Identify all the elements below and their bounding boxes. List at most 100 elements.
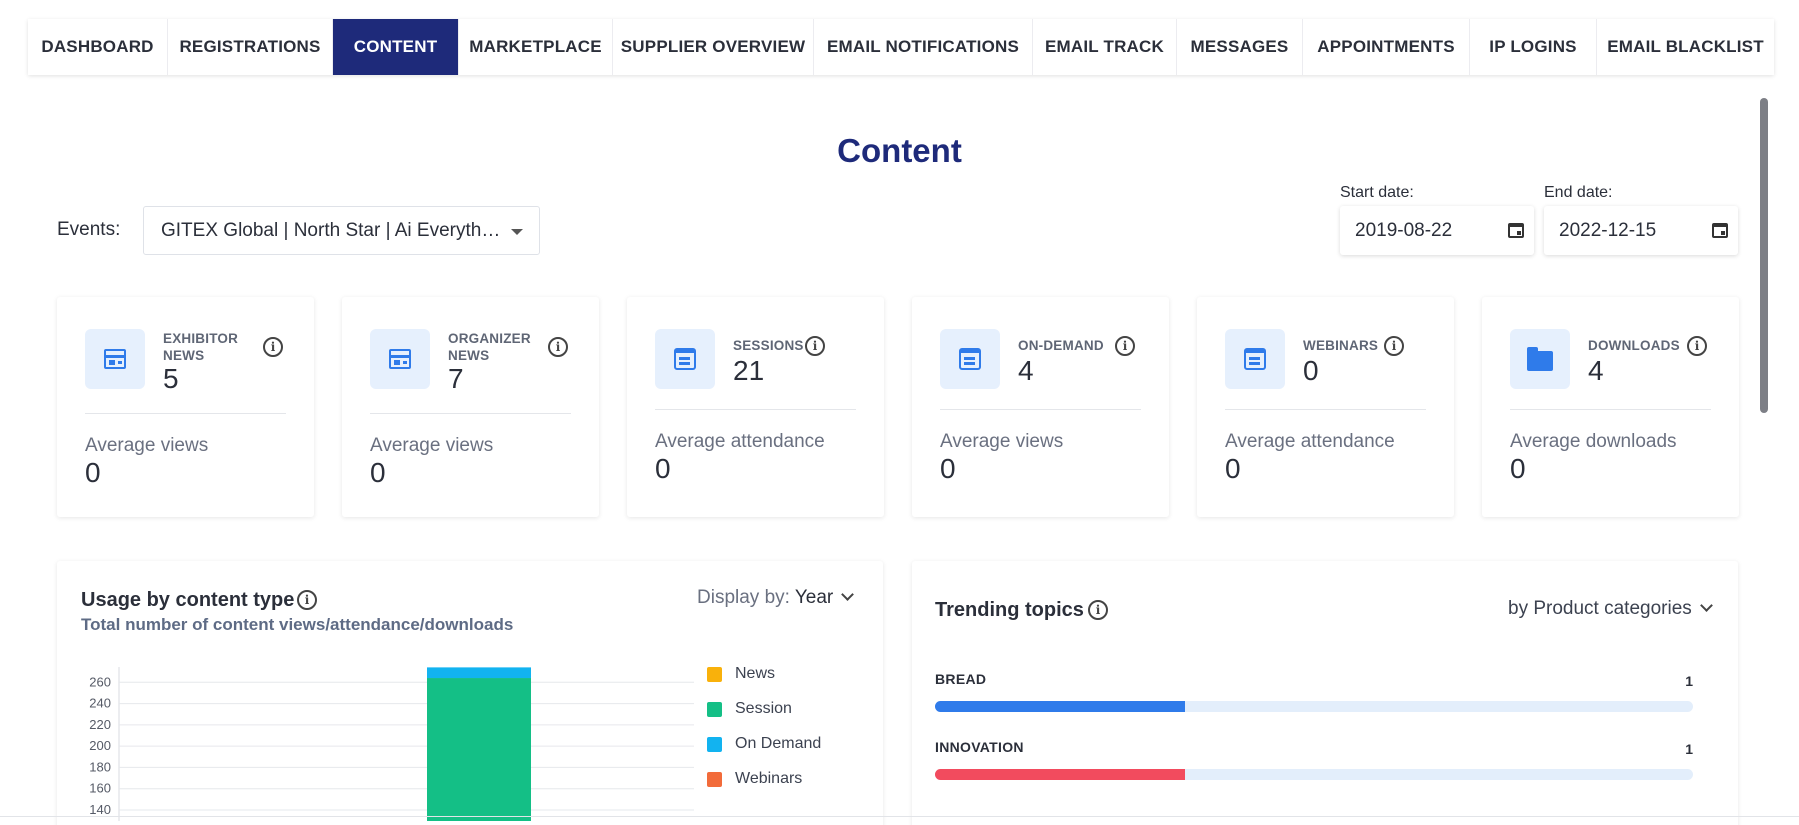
legend-label: Webinars — [735, 770, 803, 787]
topic-progress-fill — [935, 769, 1186, 780]
info-icon[interactable]: i — [297, 590, 317, 610]
info-icon[interactable]: i — [1088, 600, 1108, 620]
card-value: 4 — [1018, 355, 1034, 386]
chevron-down-icon — [1699, 599, 1713, 612]
stat-card-downloads: DOWNLOADS 4 i Average downloads 0 — [1482, 297, 1739, 517]
card-sub-value: 0 — [85, 457, 101, 488]
info-icon[interactable]: i — [1384, 336, 1404, 356]
legend-item-on-demand[interactable]: On Demand — [707, 735, 821, 753]
y-tick-label: 140 — [89, 802, 111, 817]
card-sub-label: Average views — [85, 435, 209, 456]
display-by-select[interactable]: Display by: Year — [697, 587, 855, 609]
tab-dashboard[interactable]: DASHBOARD — [28, 19, 168, 75]
card-title: SESSIONS — [733, 338, 804, 353]
stat-card-organizer-news: ORGANIZER NEWS 7 i Average views 0 — [342, 297, 599, 517]
events-select[interactable]: GITEX Global | North Star | Ai Everythin… — [143, 206, 540, 255]
info-icon[interactable]: i — [263, 337, 283, 357]
topic-count: 1 — [1685, 673, 1693, 689]
legend-item-session[interactable]: Session — [707, 700, 792, 718]
trending-title: Trending topics — [935, 599, 1084, 621]
stat-card-webinars: WEBINARS 0 i Average attendance 0 — [1197, 297, 1454, 517]
legend-item-webinars[interactable]: Webinars — [707, 770, 802, 788]
card-title-line2: NEWS — [163, 348, 205, 363]
page-title: Content — [837, 132, 962, 169]
card-value: 21 — [733, 355, 765, 386]
info-icon[interactable]: i — [548, 337, 568, 357]
card-value: 5 — [163, 363, 179, 394]
card-title: WEBINARS — [1303, 338, 1379, 353]
tab-email-track[interactable]: EMAIL TRACK — [1033, 19, 1177, 75]
legend-swatch — [707, 771, 722, 787]
tab-registrations[interactable]: REGISTRATIONS — [168, 19, 333, 75]
info-icon[interactable]: i — [1115, 336, 1135, 356]
tab-content[interactable]: CONTENT — [333, 19, 459, 75]
stat-card-exhibitor-news: EXHIBITOR NEWS 5 i Average views 0 — [57, 297, 314, 517]
stat-card-sessions: SESSIONS 21 i Average attendance 0 — [627, 297, 884, 517]
caret-down-icon — [511, 229, 523, 235]
start-date-value: 2019-08-22 — [1355, 219, 1453, 241]
end-date-input[interactable]: 2022-12-15 — [1544, 206, 1738, 255]
topic-label: INNOVATION — [935, 739, 1024, 755]
divider — [940, 409, 1141, 410]
info-icon[interactable]: i — [1687, 336, 1707, 356]
trending-panel: Trending topics i by Product categories … — [912, 561, 1738, 825]
tab-email-notifications[interactable]: EMAIL NOTIFICATIONS — [814, 19, 1033, 75]
news-icon — [85, 329, 145, 389]
bar-segment-on-demand[interactable] — [427, 667, 531, 679]
legend-swatch — [707, 701, 722, 717]
card-title: EXHIBITOR — [163, 331, 239, 346]
top-nav-tabs: DASHBOARD REGISTRATIONS CONTENT MARKETPL… — [28, 19, 1774, 75]
card-title: ON-DEMAND — [1018, 338, 1104, 353]
card-value: 0 — [1303, 355, 1319, 386]
topic-progress-track — [935, 701, 1693, 712]
calendar-icon[interactable] — [1712, 223, 1728, 238]
end-date-value: 2022-12-15 — [1559, 219, 1657, 241]
card-value: 7 — [448, 363, 464, 394]
tab-supplier-overview[interactable]: SUPPLIER OVERVIEW — [613, 19, 814, 75]
y-tick-label: 220 — [89, 717, 111, 732]
bar-segment-session[interactable] — [427, 678, 531, 821]
y-tick-label: 180 — [89, 759, 111, 774]
tab-ip-logins[interactable]: IP LOGINS — [1470, 19, 1597, 75]
start-date-label: Start date: — [1340, 184, 1414, 201]
usage-chart: 140 160 180 200 220 240 260 — [89, 667, 694, 821]
chevron-down-icon — [841, 588, 855, 601]
info-icon[interactable]: i — [805, 336, 825, 356]
calendar-icon[interactable] — [1508, 223, 1524, 238]
y-tick-label: 200 — [89, 738, 111, 753]
group-by-value: by Product categories — [1508, 598, 1692, 619]
card-sub-label: Average views — [940, 431, 1064, 452]
events-select-value: GITEX Global | North Star | Ai Everythin… — [161, 219, 503, 241]
divider — [85, 413, 286, 414]
calendar-icon — [940, 329, 1000, 389]
card-sub-label: Average attendance — [655, 431, 825, 452]
y-tick-label: 240 — [89, 696, 111, 711]
legend-swatch — [707, 736, 722, 752]
card-sub-value: 0 — [1510, 453, 1526, 484]
group-by-select[interactable]: by Product categories — [1508, 598, 1713, 620]
legend-item-news[interactable]: News — [707, 665, 775, 683]
card-sub-value: 0 — [655, 453, 671, 484]
display-by-label: Display by: — [697, 587, 790, 608]
divider — [370, 413, 571, 414]
tab-marketplace[interactable]: MARKETPLACE — [459, 19, 613, 75]
folder-icon — [1510, 329, 1570, 389]
tab-appointments[interactable]: APPOINTMENTS — [1303, 19, 1470, 75]
y-tick-label: 260 — [89, 674, 111, 689]
end-date-label: End date: — [1544, 184, 1613, 201]
divider — [1225, 409, 1426, 410]
card-title: DOWNLOADS — [1588, 338, 1680, 353]
usage-panel: Usage by content type i Total number of … — [57, 561, 883, 825]
divider — [655, 409, 856, 410]
legend-label: Session — [735, 700, 792, 717]
legend-label: News — [735, 665, 776, 682]
calendar-icon — [1225, 329, 1285, 389]
tab-email-blacklist[interactable]: EMAIL BLACKLIST — [1597, 19, 1774, 75]
display-by-value: Year — [794, 587, 834, 608]
usage-subtitle: Total number of content views/attendance… — [81, 615, 514, 634]
topic-progress-fill — [935, 701, 1186, 712]
tab-messages[interactable]: MESSAGES — [1177, 19, 1303, 75]
calendar-icon — [655, 329, 715, 389]
card-sub-value: 0 — [1225, 453, 1241, 484]
start-date-input[interactable]: 2019-08-22 — [1340, 206, 1534, 255]
